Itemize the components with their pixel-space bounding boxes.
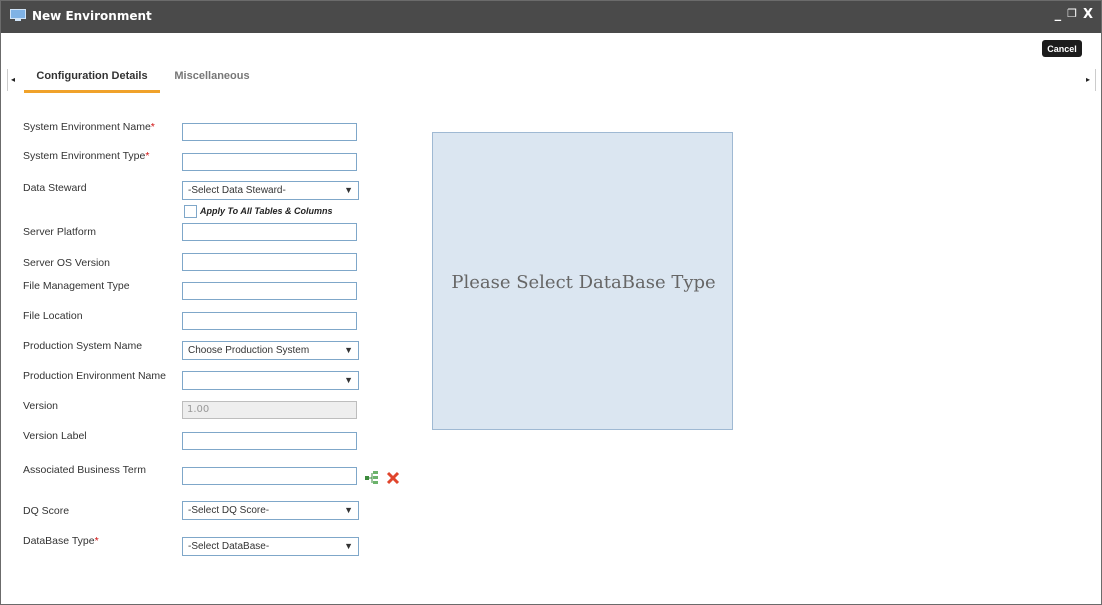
system-environment-name-label: System Environment Name* [23, 121, 155, 133]
dq-score-label: DQ Score [23, 505, 70, 517]
tab-miscellaneous[interactable]: Miscellaneous [169, 68, 255, 90]
cancel-button[interactable]: Cancel [1042, 40, 1082, 57]
minimize-icon[interactable]: _ [1055, 7, 1062, 22]
monitor-icon [10, 9, 26, 21]
production-system-selected-value: Choose Production System [188, 345, 310, 356]
database-type-preview-panel: Please Select DataBase Type [432, 132, 733, 430]
chevron-down-icon: ▼ [344, 185, 353, 195]
window-title: New Environment [32, 9, 152, 23]
close-icon[interactable]: X [1083, 7, 1093, 22]
title-bar: New Environment _ ❐ X [1, 1, 1101, 33]
production-system-name-label: Production System Name [23, 340, 143, 352]
required-marker: * [150, 121, 155, 133]
server-platform-label: Server Platform [23, 226, 96, 238]
dq-score-select[interactable]: -Select DQ Score- ▼ [182, 501, 359, 520]
system-environment-type-input[interactable] [182, 153, 357, 171]
server-os-version-label: Server OS Version [23, 257, 110, 269]
window-controls: _ ❐ X [1055, 7, 1093, 22]
data-steward-selected-value: -Select Data Steward- [188, 185, 286, 196]
production-environment-select[interactable]: ▼ [182, 371, 359, 390]
database-type-label-text: DataBase Type [23, 535, 95, 547]
version-input-disabled: 1.00 [182, 401, 357, 419]
dq-score-selected-value: -Select DQ Score- [188, 505, 270, 516]
new-environment-dialog: New Environment _ ❐ X Cancel ◂ Configura… [0, 0, 1102, 605]
tab-scroll-left-icon[interactable]: ◂ [11, 75, 15, 84]
apply-all-checkbox-label: Apply To All Tables & Columns [200, 206, 333, 216]
data-steward-select[interactable]: -Select Data Steward- ▼ [182, 181, 359, 200]
database-type-select[interactable]: -Select DataBase- ▼ [182, 537, 359, 556]
version-label-input[interactable] [182, 432, 357, 450]
system-environment-name-input[interactable] [182, 123, 357, 141]
chevron-down-icon: ▼ [344, 541, 353, 551]
chevron-down-icon: ▼ [344, 505, 353, 515]
tree-hierarchy-icon[interactable] [365, 471, 379, 485]
data-steward-label: Data Steward [23, 182, 87, 194]
file-location-input[interactable] [182, 312, 357, 330]
required-marker: * [145, 150, 150, 162]
server-os-version-input[interactable] [182, 253, 357, 271]
production-system-select[interactable]: Choose Production System ▼ [182, 341, 359, 360]
server-platform-input[interactable] [182, 223, 357, 241]
tab-scroll-left-divider [7, 69, 8, 91]
chevron-down-icon: ▼ [344, 375, 353, 385]
associated-business-term-input[interactable] [182, 467, 357, 485]
production-environment-name-label: Production Environment Name [23, 370, 166, 382]
database-type-label: DataBase Type* [23, 535, 99, 547]
preview-panel-message: Please Select DataBase Type [451, 272, 716, 293]
delete-x-icon[interactable] [386, 471, 400, 485]
tab-scroll-right-divider [1095, 69, 1096, 91]
system-environment-type-label-text: System Environment Type [23, 150, 146, 162]
version-label: Version [23, 400, 59, 412]
database-type-selected-value: -Select DataBase- [188, 541, 270, 552]
required-marker: * [94, 535, 99, 547]
apply-all-checkbox[interactable] [184, 205, 197, 218]
tab-configuration-details[interactable]: Configuration Details [24, 68, 160, 93]
tab-scroll-right-icon[interactable]: ▸ [1086, 75, 1090, 84]
version-label-label: Version Label [23, 430, 87, 442]
system-environment-type-label: System Environment Type* [23, 150, 149, 162]
file-management-type-label: File Management Type [23, 280, 130, 292]
system-environment-name-label-text: System Environment Name [23, 121, 151, 133]
restore-icon[interactable]: ❐ [1067, 7, 1077, 22]
file-location-label: File Location [23, 310, 83, 322]
chevron-down-icon: ▼ [344, 345, 353, 355]
associated-business-term-label: Associated Business Term [23, 464, 146, 476]
file-management-type-input[interactable] [182, 282, 357, 300]
